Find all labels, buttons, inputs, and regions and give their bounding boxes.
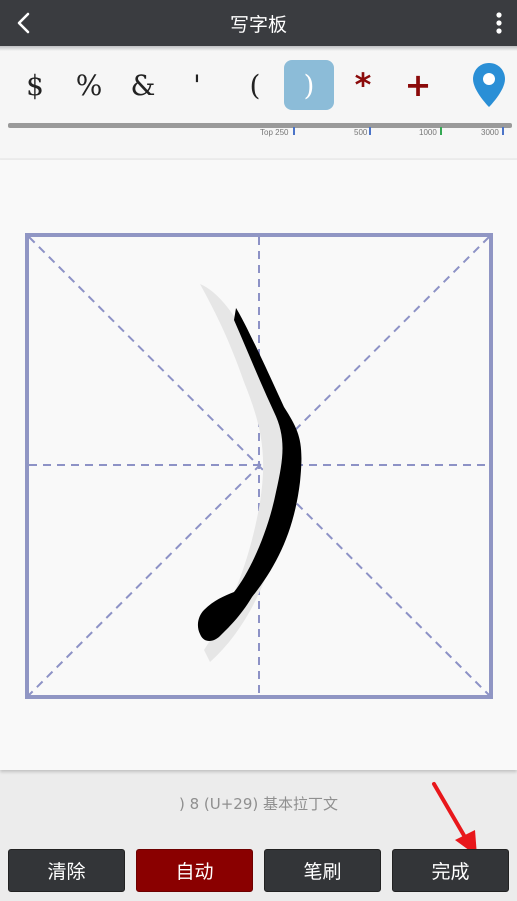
freq-label-500: 500 — [354, 128, 368, 137]
title-bar: 写字板 — [0, 0, 517, 46]
back-button[interactable] — [8, 6, 40, 40]
grid-guides — [28, 236, 490, 696]
map-pin-icon — [473, 63, 505, 107]
char-chip-apostrophe[interactable]: ' — [172, 60, 222, 110]
overflow-menu-button[interactable] — [491, 8, 507, 38]
freq-label-1000: 1000 — [419, 128, 437, 137]
char-chip-dollar[interactable]: $ — [10, 60, 60, 110]
writing-canvas[interactable] — [24, 232, 494, 702]
char-chip-right-paren[interactable]: ) — [284, 60, 334, 110]
char-chip-plus[interactable]: + — [393, 60, 443, 110]
location-button[interactable] — [470, 61, 508, 111]
brush-button[interactable]: 笔刷 — [264, 849, 381, 892]
page-title: 写字板 — [229, 13, 287, 36]
bar-shadow — [0, 46, 517, 51]
character-bar: $ % & ' ( ) * + — [0, 46, 517, 158]
char-chip-percent[interactable]: % — [64, 60, 114, 110]
freq-label-top250: Top 250 — [260, 128, 289, 137]
char-chip-asterisk[interactable]: * — [338, 60, 388, 110]
freq-label-3000: 3000 — [481, 128, 499, 137]
arrow-annotation-icon — [432, 782, 477, 856]
tick-500 — [369, 127, 371, 135]
clear-button[interactable]: 清除 — [8, 849, 125, 892]
tick-3000 — [502, 127, 504, 135]
chevron-left-icon — [17, 12, 30, 34]
more-vertical-icon — [496, 12, 502, 34]
tick-1000 — [440, 127, 442, 135]
char-chip-left-paren[interactable]: ( — [230, 60, 280, 110]
done-button[interactable]: 完成 — [392, 849, 509, 892]
tick-250 — [293, 127, 295, 135]
auto-button[interactable]: 自动 — [136, 849, 253, 892]
char-chip-ampersand[interactable]: & — [118, 60, 168, 110]
